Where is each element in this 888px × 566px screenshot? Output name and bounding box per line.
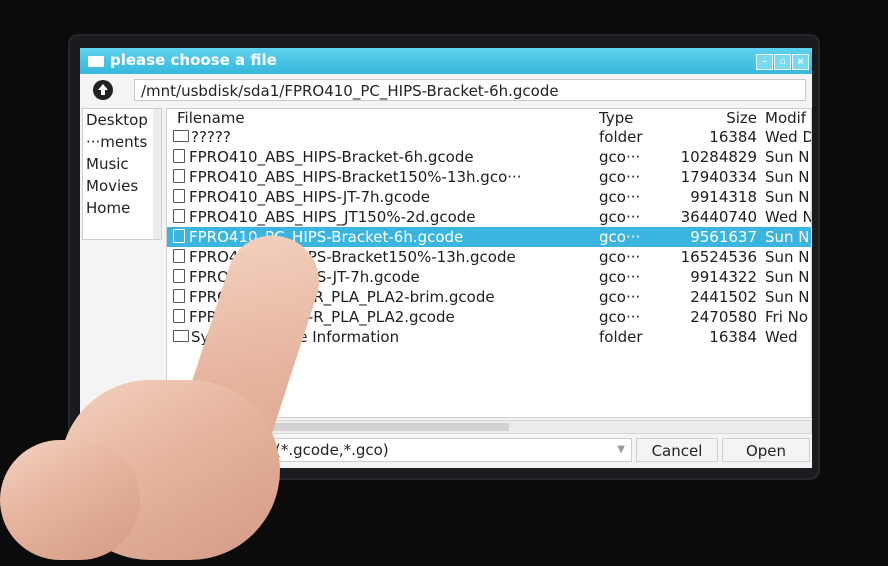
file-size: 17940334 [680, 168, 757, 186]
file-size: 10284829 [680, 148, 757, 166]
file-size: 9561637 [690, 228, 757, 246]
file-size: 36440740 [680, 208, 757, 226]
file-name: FPRO410_ABS_HIPS-JT-7h.gcode [189, 188, 430, 206]
file-modified: Sun N [765, 228, 810, 246]
file-size: 16524536 [680, 248, 757, 266]
file-icon [173, 249, 185, 263]
file-row[interactable]: FPRO410_ABS_HIPS-Bracket-6h.gcode gco··· 1… [167, 147, 811, 167]
file-icon [173, 189, 185, 203]
column-header-modified[interactable]: Modif [765, 109, 806, 127]
file-icon [173, 289, 185, 303]
file-type: gco··· [599, 268, 641, 286]
file-type: gco··· [599, 228, 641, 246]
maximize-button[interactable]: ▫ [774, 54, 791, 70]
file-size: 9914318 [690, 188, 757, 206]
file-name: FPRO410_ABS_HIPS-Bracket-6h.gcode [189, 148, 474, 166]
sidebar-scrollbar[interactable] [153, 109, 161, 239]
file-modified: Sun N [765, 268, 810, 286]
file-type: gco··· [599, 248, 641, 266]
places-sidebar: Desktop ···ments Music Movies Home [82, 108, 162, 240]
folder-icon [173, 130, 189, 142]
file-type: gco··· [599, 288, 641, 306]
minimize-button[interactable]: – [756, 54, 773, 70]
file-name-cell: ????? [173, 127, 231, 147]
file-size: 2470580 [690, 308, 757, 326]
file-modified: Wed D [765, 128, 812, 146]
path-input[interactable]: /mnt/usbdisk/sda1/FPRO410_PC_HIPS-Bracke… [134, 79, 806, 101]
file-type: gco··· [599, 148, 641, 166]
path-bar: /mnt/usbdisk/sda1/FPRO410_PC_HIPS-Bracke… [80, 76, 812, 104]
file-modified: Sun N [765, 168, 810, 186]
file-modified: Sun N [765, 148, 810, 166]
file-modified: Sun N [765, 248, 810, 266]
file-row[interactable]: FPRO410_ABS_HIPS-Bracket150%-13h.gco··· g… [167, 167, 811, 187]
file-size: 2441502 [690, 288, 757, 306]
file-name-cell: FPRO410_ABS_HIPS-JT-7h.gcode [173, 187, 430, 207]
file-row[interactable]: FPRO410_ABS_HIPS_JT150%-2d.gcode gco··· 36… [167, 207, 811, 227]
sidebar-item-desktop[interactable]: Desktop [83, 109, 161, 131]
sidebar-item-documents[interactable]: ···ments [83, 131, 161, 153]
sidebar-item-movies[interactable]: Movies [83, 175, 161, 197]
file-type: gco··· [599, 168, 641, 186]
file-name-cell: FPRO410_ABS_HIPS-Bracket150%-13h.gco··· [173, 167, 522, 187]
file-list-header: Filename Type Size Modif [167, 109, 811, 127]
file-type: gco··· [599, 308, 641, 326]
column-header-type[interactable]: Type [599, 109, 633, 127]
file-modified: Wed N [765, 208, 812, 226]
file-icon [173, 169, 185, 183]
file-icon [173, 309, 185, 323]
sidebar-item-music[interactable]: Music [83, 153, 161, 175]
sidebar-item-home[interactable]: Home [83, 197, 161, 219]
window-icon [88, 56, 104, 67]
file-icon [173, 269, 185, 283]
file-modified: Sun N [765, 188, 810, 206]
file-name-cell: FPRO410_ABS_HIPS_JT150%-2d.gcode [173, 207, 476, 227]
file-name: FPRO410_PC_HIPS-Bracket-6h.gcode [189, 228, 464, 246]
file-type: folder [599, 128, 643, 146]
file-name-cell: FPRO410_PC_HIPS-Bracket-6h.gcode [173, 227, 463, 247]
file-type: gco··· [599, 188, 641, 206]
file-name: FPRO410_ABS_HIPS_JT150%-2d.gcode [189, 208, 476, 226]
file-size: 16384 [709, 128, 757, 146]
column-header-size[interactable]: Size [657, 109, 757, 127]
chevron-down-icon: ▼ [617, 444, 625, 455]
folder-icon [173, 330, 189, 342]
file-name: ????? [191, 128, 231, 146]
open-button[interactable]: Open [722, 438, 810, 462]
file-modified: Sun N [765, 288, 810, 306]
column-header-filename[interactable]: Filename [177, 109, 245, 127]
file-name-cell: FPRO410_ABS_HIPS-Bracket-6h.gcode [173, 147, 474, 167]
file-row[interactable]: FPRO410_ABS_HIPS-JT-7h.gcode gco··· 991431… [167, 187, 811, 207]
up-directory-icon[interactable] [92, 79, 114, 101]
file-modified: Wed [765, 328, 798, 346]
file-icon [173, 149, 185, 163]
file-name: FPRO410_ABS_HIPS-Bracket150%-13h.gco··· [189, 168, 522, 186]
file-modified: Fri No [765, 308, 809, 326]
window-title: please choose a file [110, 51, 277, 69]
title-bar[interactable]: please choose a file – ▫ × [80, 48, 812, 74]
file-type: gco··· [599, 208, 641, 226]
file-size: 9914322 [690, 268, 757, 286]
file-name-cell: FPRO410_PC_HIPS-Bracket150%-13h.gcode [173, 247, 516, 267]
file-icon [173, 209, 185, 223]
file-type: folder [599, 328, 643, 346]
cancel-button[interactable]: Cancel [636, 438, 718, 462]
file-row[interactable]: ????? folder 16384 Wed D [167, 127, 811, 147]
file-size: 16384 [709, 328, 757, 346]
close-button[interactable]: × [792, 54, 809, 70]
file-icon [173, 229, 185, 243]
